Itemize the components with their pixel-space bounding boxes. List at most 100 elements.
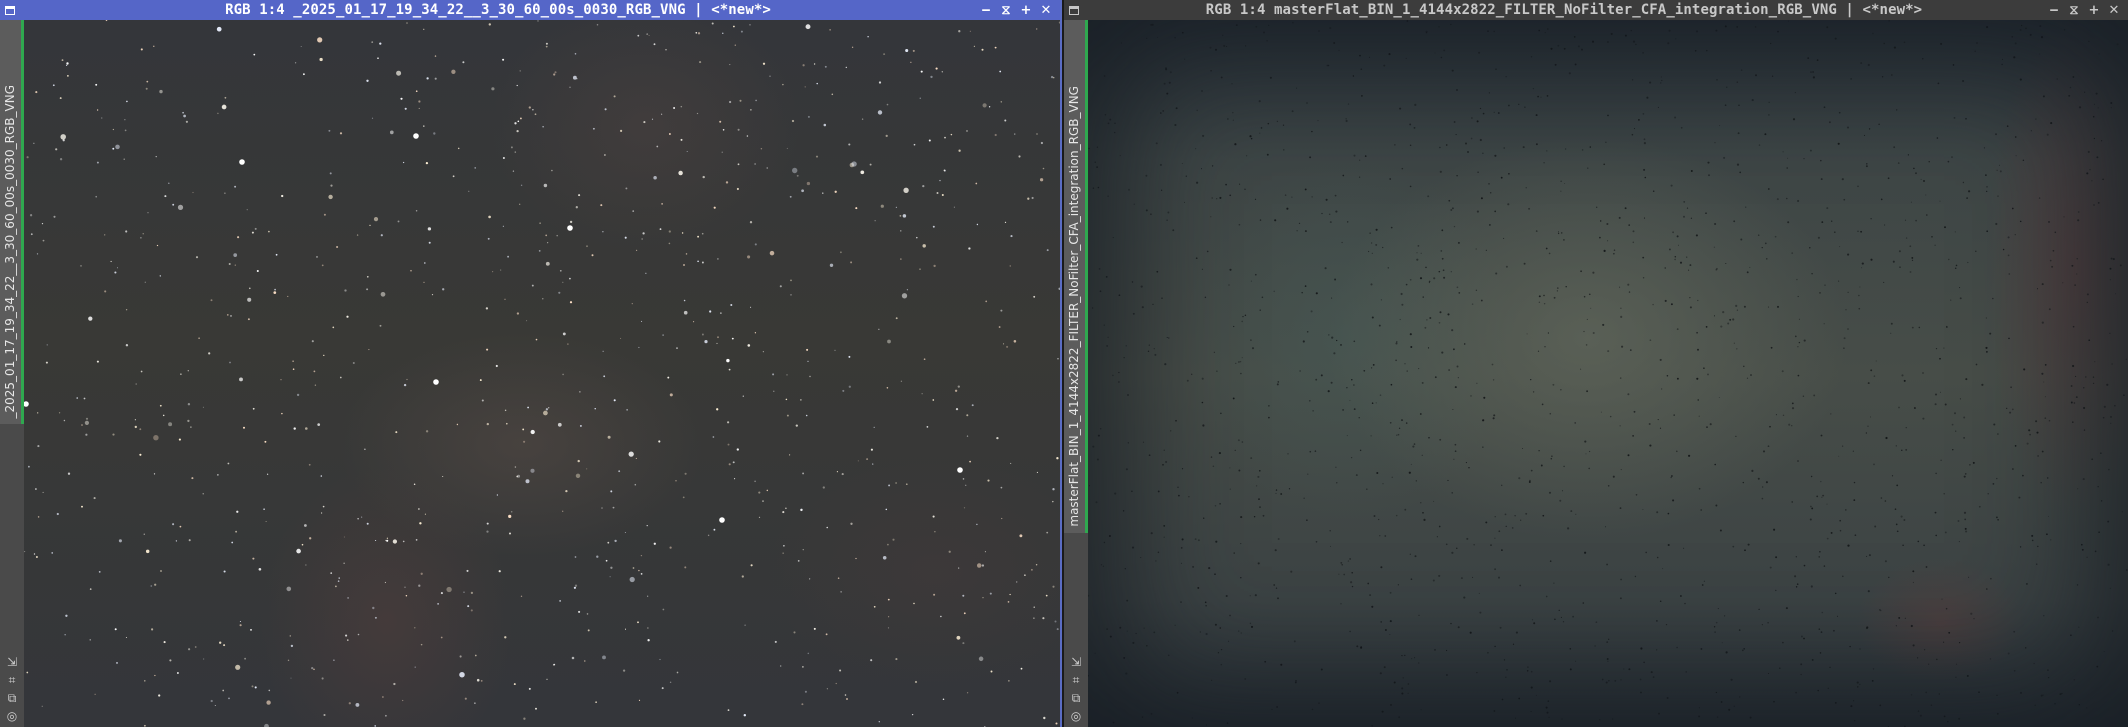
- dust-speck: [1757, 477, 1760, 480]
- dust-speck: [1476, 210, 1479, 213]
- titlebar-right[interactable]: RGB 1:4 masterFlat_BIN_1_4144x2822_FILTE…: [1064, 0, 2128, 20]
- fit-icon[interactable]: ⌗: [5, 673, 19, 687]
- star: [163, 641, 166, 644]
- star: [290, 677, 292, 679]
- dust-speck: [1088, 674, 1089, 677]
- shrink-icon[interactable]: ⇲: [1069, 655, 1083, 669]
- star: [463, 591, 465, 593]
- shrink-icon[interactable]: ⇲: [5, 655, 19, 669]
- target-icon[interactable]: ◎: [5, 709, 19, 723]
- dust-speck: [1867, 590, 1870, 593]
- window-menu-icon[interactable]: [0, 0, 20, 20]
- star: [502, 58, 505, 61]
- dust-speck: [1478, 51, 1481, 54]
- maximize-button[interactable]: +: [2084, 0, 2104, 20]
- star: [386, 537, 389, 539]
- dust-speck: [1695, 234, 1698, 237]
- close-button[interactable]: ✕: [2104, 0, 2124, 20]
- dust-speck: [1306, 102, 1308, 104]
- dust-speck: [1241, 320, 1244, 323]
- titlebar-left[interactable]: RGB 1:4 _2025_01_17_19_34_22__3_30_60_00…: [0, 0, 1060, 20]
- dust-speck: [1563, 239, 1565, 241]
- clone-icon[interactable]: ⧉: [1069, 691, 1083, 705]
- dust-speck: [1096, 146, 1099, 148]
- dust-speck: [2036, 431, 2039, 434]
- clone-icon[interactable]: ⧉: [5, 691, 19, 705]
- star: [231, 541, 234, 544]
- maximize-button[interactable]: +: [1016, 0, 1036, 20]
- dust-speck: [1568, 72, 1571, 75]
- bright-star: [24, 401, 29, 407]
- dust-speck: [1797, 460, 1799, 462]
- star: [1036, 471, 1038, 473]
- dust-speck: [1935, 347, 1938, 350]
- dust-speck: [1946, 325, 1948, 328]
- star: [573, 586, 576, 589]
- star: [737, 163, 740, 166]
- image-window-left[interactable]: RGB 1:4 _2025_01_17_19_34_22__3_30_60_00…: [0, 0, 1062, 727]
- star: [1036, 133, 1038, 135]
- minimize-button[interactable]: ‒: [976, 0, 996, 20]
- star: [474, 654, 477, 657]
- master-flat-image[interactable]: [1088, 20, 2128, 727]
- dust-speck: [2107, 563, 2110, 566]
- star: [861, 118, 864, 120]
- view-identifier-tab[interactable]: masterFlat_BIN_1_4144x2822_FILTER_NoFilt…: [1064, 20, 1088, 533]
- fit-icon[interactable]: ⌗: [1069, 673, 1083, 687]
- dust-speck: [1401, 167, 1404, 170]
- dust-speck: [1335, 210, 1338, 213]
- dust-speck: [1492, 379, 1495, 381]
- dust-speck: [1543, 161, 1545, 164]
- dust-speck: [1856, 681, 1859, 684]
- dust-speck: [2084, 91, 2086, 93]
- dust-speck: [1843, 347, 1845, 350]
- dust-speck: [1935, 534, 1937, 537]
- star: [516, 312, 520, 315]
- shade-button[interactable]: ⧖: [996, 0, 1016, 20]
- dust-speck: [1788, 423, 1791, 426]
- dust-speck: [1375, 243, 1378, 246]
- shade-button[interactable]: ⧖: [2064, 0, 2084, 20]
- target-icon[interactable]: ◎: [1069, 709, 1083, 723]
- dust-speck: [1522, 146, 1525, 149]
- dust-speck: [2110, 422, 2112, 424]
- dust-speck: [1574, 422, 1577, 424]
- star: [1006, 345, 1009, 348]
- window-menu-icon[interactable]: [1064, 0, 1084, 20]
- dust-speck: [1257, 475, 1260, 478]
- dust-speck: [1857, 230, 1859, 233]
- star: [835, 682, 837, 685]
- dust-speck: [1667, 543, 1670, 547]
- star: [59, 97, 62, 100]
- image-window-right[interactable]: RGB 1:4 masterFlat_BIN_1_4144x2822_FILTE…: [1064, 0, 2128, 727]
- star: [953, 206, 955, 208]
- star: [998, 326, 1001, 328]
- dust-speck: [1092, 445, 1095, 448]
- dust-speck: [1629, 349, 1632, 351]
- star: [930, 75, 933, 79]
- dust-speck: [1150, 713, 1153, 715]
- view-identifier-tab[interactable]: _2025_01_17_19_34_22__3_30_60_00s_0030_R…: [0, 20, 24, 424]
- star: [625, 187, 628, 190]
- dust-speck: [1370, 435, 1372, 437]
- dust-speck: [1482, 446, 1484, 448]
- dust-speck: [1214, 573, 1216, 576]
- star: [826, 526, 828, 529]
- dust-speck: [1709, 423, 1712, 426]
- dust-speck: [1925, 691, 1928, 694]
- dust-speck: [1293, 640, 1296, 643]
- star: [126, 100, 128, 103]
- star: [887, 543, 889, 546]
- dust-speck: [1155, 142, 1158, 145]
- star-field-image[interactable]: [24, 20, 1060, 727]
- close-button[interactable]: ✕: [1036, 0, 1056, 20]
- dust-speck: [2044, 417, 2047, 419]
- dust-speck: [1939, 200, 1941, 202]
- dust-speck: [2013, 56, 2016, 59]
- star: [701, 261, 704, 264]
- star: [347, 596, 350, 599]
- dust-speck: [1205, 724, 1208, 726]
- dust-speck: [1538, 29, 1541, 32]
- minimize-button[interactable]: ‒: [2044, 0, 2064, 20]
- star: [118, 539, 122, 543]
